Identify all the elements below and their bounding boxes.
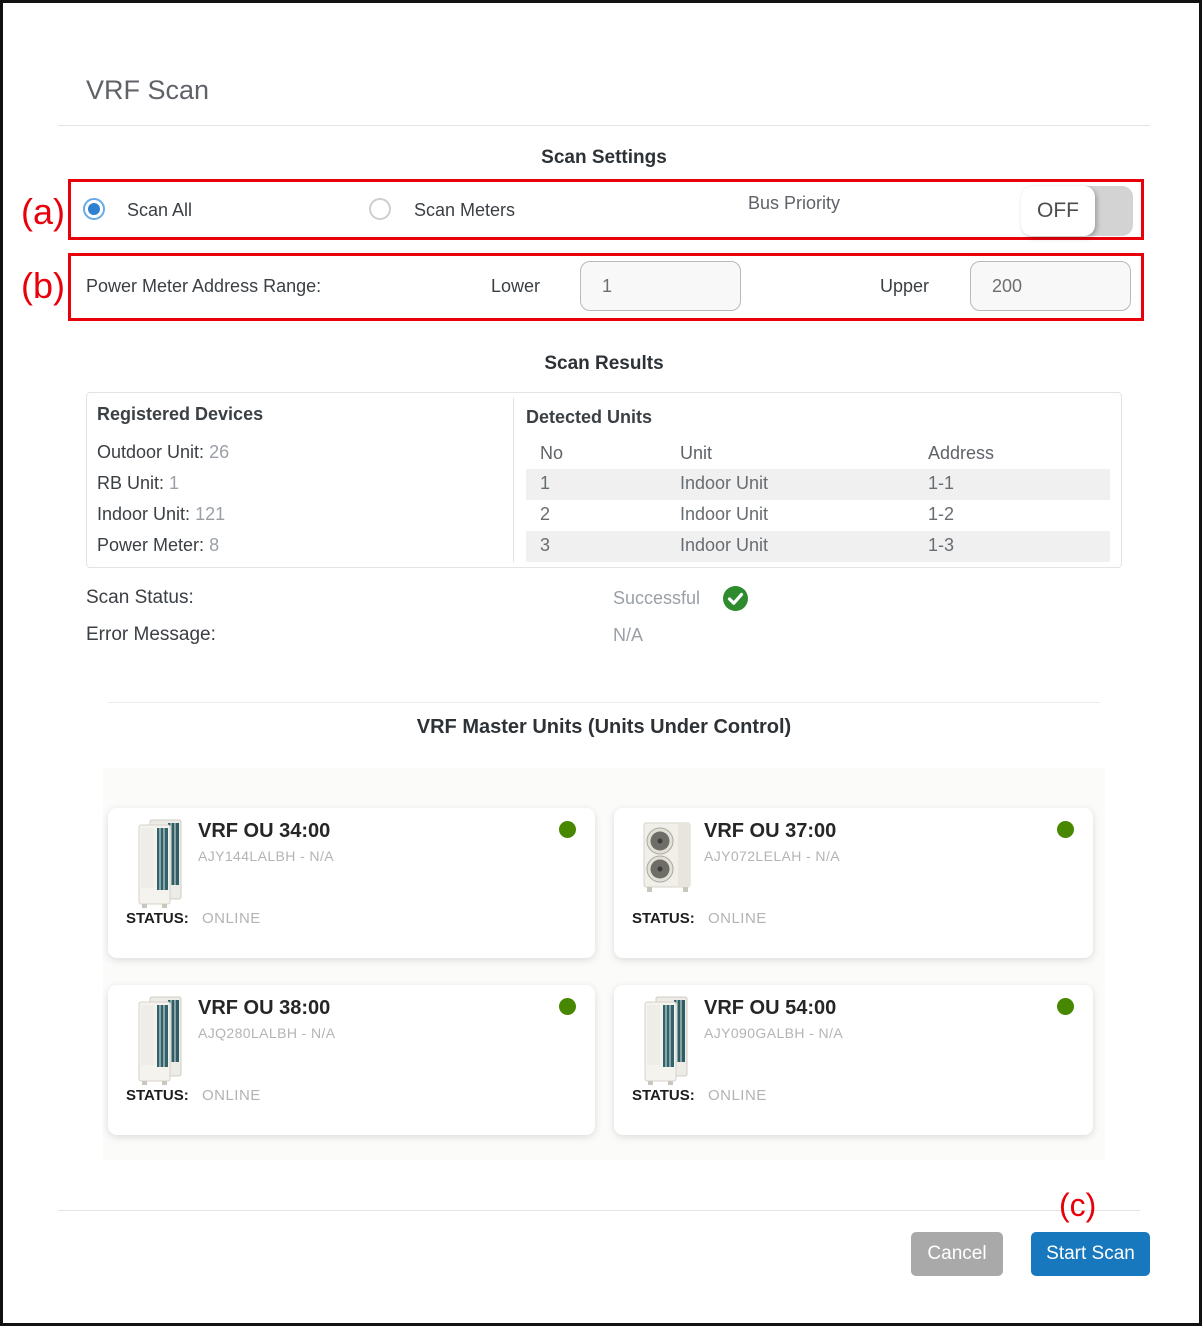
status-label: STATUS: — [632, 1087, 695, 1104]
cell-address: 1-2 — [928, 504, 954, 525]
registered-item-label: Power Meter: — [97, 535, 204, 555]
scan-status-label: Scan Status: — [86, 587, 194, 609]
unit-card[interactable]: VRF OU 34:00 AJY144LALBH - N/A STATUS: O… — [108, 808, 595, 958]
unit-card[interactable]: VRF OU 37:00 AJY072LELAH - N/A STATUS: O… — [614, 808, 1093, 958]
unit-name: VRF OU 37:00 — [704, 820, 836, 843]
page-title: VRF Scan — [86, 75, 209, 106]
annotation-letter-b: (b) — [21, 265, 65, 307]
status-row: STATUS: ONLINE — [632, 910, 767, 927]
bus-priority-toggle[interactable]: OFF — [1021, 186, 1133, 236]
tall-outdoor-unit-icon — [641, 994, 693, 1086]
bus-priority-label: Bus Priority — [748, 193, 840, 214]
registered-item-value: 8 — [209, 535, 219, 555]
annotation-letter-a: (a) — [21, 191, 65, 233]
online-green-dot — [1057, 821, 1074, 838]
column-header-address: Address — [928, 443, 994, 464]
online-green-dot — [559, 821, 576, 838]
column-header-unit: Unit — [680, 443, 712, 464]
registered-item-value: 26 — [209, 442, 229, 462]
status-value: ONLINE — [708, 1087, 767, 1104]
unit-model: AJY144LALBH - N/A — [198, 848, 334, 864]
cell-unit: Indoor Unit — [680, 504, 768, 525]
results-divider — [108, 702, 1100, 703]
status-value: ONLINE — [202, 1087, 261, 1104]
cell-address: 1-3 — [928, 535, 954, 556]
cell-address: 1-1 — [928, 473, 954, 494]
tall-outdoor-unit-icon — [135, 817, 187, 909]
upper-input[interactable] — [970, 261, 1131, 311]
scan-status-value: Successful — [613, 588, 700, 609]
registered-item: Power Meter: 8 — [97, 535, 219, 556]
unit-card[interactable]: VRF OU 38:00 AJQ280LALBH - N/A STATUS: O… — [108, 985, 595, 1135]
registered-item: Outdoor Unit: 26 — [97, 442, 229, 463]
cell-no: 2 — [540, 504, 550, 525]
master-units-heading: VRF Master Units (Units Under Control) — [3, 716, 1202, 739]
dialog-frame: VRF Scan Scan Settings (a) (b) Scan All … — [0, 0, 1202, 1326]
success-check-icon — [723, 586, 748, 611]
error-message-label: Error Message: — [86, 624, 216, 646]
annotation-letter-c: (c) — [1059, 1187, 1096, 1224]
address-range-label: Power Meter Address Range: — [86, 276, 321, 297]
online-green-dot — [1057, 998, 1074, 1015]
status-label: STATUS: — [126, 910, 189, 927]
scan-all-label[interactable]: Scan All — [127, 200, 192, 221]
unit-model: AJQ280LALBH - N/A — [198, 1025, 336, 1041]
status-value: ONLINE — [202, 910, 261, 927]
start-scan-button[interactable]: Start Scan — [1031, 1232, 1150, 1276]
status-label: STATUS: — [632, 910, 695, 927]
title-divider — [58, 125, 1150, 126]
annotation-box-a — [68, 179, 1144, 240]
table-row: 3 Indoor Unit 1-3 — [526, 531, 1110, 562]
tall-outdoor-unit-icon — [135, 994, 187, 1086]
registered-devices-heading: Registered Devices — [97, 404, 263, 425]
status-label: STATUS: — [126, 1087, 189, 1104]
status-row: STATUS: ONLINE — [126, 1087, 261, 1104]
column-header-no: No — [540, 443, 563, 464]
registered-item-label: RB Unit: — [97, 473, 164, 493]
cell-no: 3 — [540, 535, 550, 556]
registered-item: Indoor Unit: 121 — [97, 504, 225, 525]
scan-all-radio[interactable] — [83, 198, 105, 220]
upper-label: Upper — [880, 276, 929, 297]
registered-item-label: Indoor Unit: — [97, 504, 190, 524]
unit-name: VRF OU 38:00 — [198, 997, 330, 1020]
unit-model: AJY090GALBH - N/A — [704, 1025, 843, 1041]
footer-divider — [58, 1210, 1140, 1211]
online-green-dot — [559, 998, 576, 1015]
scan-meters-radio[interactable] — [369, 198, 391, 220]
table-row: 2 Indoor Unit 1-2 — [526, 500, 1110, 531]
status-value: ONLINE — [708, 910, 767, 927]
error-message-value: N/A — [613, 625, 643, 646]
lower-input[interactable] — [580, 261, 741, 311]
results-vertical-divider — [513, 398, 514, 562]
registered-item-value: 1 — [169, 473, 179, 493]
scan-results-heading: Scan Results — [3, 353, 1202, 375]
lower-label: Lower — [491, 276, 540, 297]
detected-units-heading: Detected Units — [526, 407, 652, 428]
registered-item-label: Outdoor Unit: — [97, 442, 204, 462]
unit-name: VRF OU 54:00 — [704, 997, 836, 1020]
status-row: STATUS: ONLINE — [126, 910, 261, 927]
cell-unit: Indoor Unit — [680, 473, 768, 494]
dual-fan-outdoor-unit-icon — [641, 817, 697, 895]
unit-model: AJY072LELAH - N/A — [704, 848, 840, 864]
toggle-knob[interactable]: OFF — [1021, 186, 1095, 236]
table-row: 1 Indoor Unit 1-1 — [526, 469, 1110, 500]
unit-card[interactable]: VRF OU 54:00 AJY090GALBH - N/A STATUS: O… — [614, 985, 1093, 1135]
scan-settings-heading: Scan Settings — [3, 147, 1202, 169]
status-row: STATUS: ONLINE — [632, 1087, 767, 1104]
unit-name: VRF OU 34:00 — [198, 820, 330, 843]
cell-no: 1 — [540, 473, 550, 494]
registered-item-value: 121 — [195, 504, 225, 524]
cell-unit: Indoor Unit — [680, 535, 768, 556]
scan-meters-label[interactable]: Scan Meters — [414, 200, 515, 221]
registered-item: RB Unit: 1 — [97, 473, 179, 494]
cancel-button[interactable]: Cancel — [911, 1232, 1003, 1276]
